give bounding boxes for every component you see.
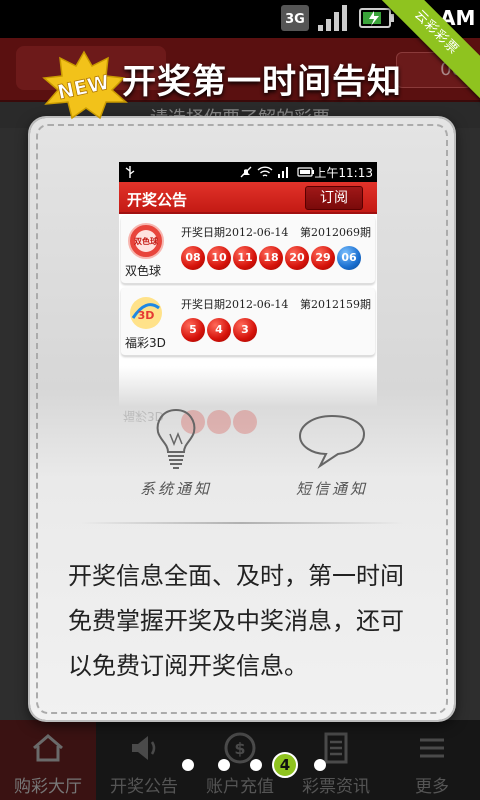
red-ball: 29	[311, 246, 335, 270]
svg-text:双色球: 双色球	[134, 236, 159, 246]
nav-lottery-hall[interactable]: 购彩大厅	[0, 720, 96, 800]
sms-notification: 短信通知	[262, 404, 402, 499]
preview-status-bar: 上午11:13	[119, 162, 377, 182]
red-ball: 11	[233, 246, 257, 270]
red-ball: 4	[207, 318, 231, 342]
speech-bubble-icon	[298, 414, 366, 469]
feature-description: 开奖信息全面、及时，第一时间免费掌握开奖及中奖消息，还可以免费订阅开奖信息。	[68, 562, 404, 680]
page-indicator: 4	[180, 752, 360, 778]
red-ball: 18	[259, 246, 283, 270]
ball-list: 5 4 3	[181, 318, 259, 342]
red-ball: 10	[207, 246, 231, 270]
wifi-icon	[257, 166, 273, 177]
nav-label: 更多	[415, 777, 449, 797]
page-dot[interactable]	[250, 759, 262, 771]
preview-title-bar: 开奖公告 订阅	[119, 182, 377, 214]
new-badge: NEW	[42, 50, 128, 120]
lottery-name: 双色球	[125, 264, 162, 278]
red-ball: 20	[285, 246, 309, 270]
feature-card: 上午11:13 开奖公告 订阅 双色球 双色球 开奖日期2012-06-14 第…	[30, 118, 454, 720]
speaker-icon	[132, 736, 156, 760]
ssq-logo-icon: 双色球	[128, 223, 164, 259]
svg-text:3D: 3D	[138, 309, 155, 322]
3d-logo-icon: 3D	[130, 297, 162, 329]
preview-signal-icon	[278, 167, 288, 178]
preview-battery-icon	[297, 167, 314, 177]
page-dot-active[interactable]: 4	[272, 752, 298, 778]
preview-clock: 上午11:13	[314, 166, 373, 180]
lottery-date: 开奖日期2012-06-14	[181, 226, 289, 239]
lightbulb-icon	[156, 408, 196, 469]
red-ball: 3	[233, 318, 257, 342]
red-ball: 5	[181, 318, 205, 342]
home-icon	[33, 734, 63, 762]
nav-more[interactable]: 更多	[384, 720, 480, 800]
red-ball: 08	[181, 246, 205, 270]
app-preview: 上午11:13 开奖公告 订阅 双色球 双色球 开奖日期2012-06-14 第…	[119, 162, 377, 406]
svg-text:3G: 3G	[285, 12, 305, 27]
nav-label: 购彩大厅	[14, 777, 82, 797]
mute-icon	[240, 166, 252, 178]
notification-label: 短信通知	[295, 480, 368, 498]
preview-title: 开奖公告	[127, 191, 188, 209]
lottery-date: 开奖日期2012-06-14	[181, 298, 289, 311]
lottery-row-ssq: 双色球 双色球 开奖日期2012-06-14 第2012069期 08 10 1…	[121, 216, 375, 284]
lottery-row-3d: 3D 福彩3D 开奖日期2012-06-14 第2012159期 5 4 3	[121, 288, 375, 356]
blue-ball: 06	[337, 246, 361, 270]
page-dot[interactable]	[182, 759, 194, 771]
page-dot[interactable]	[314, 759, 326, 771]
preview-subscribe-button: 订阅	[305, 186, 363, 210]
lottery-issue: 第2012159期	[300, 298, 371, 311]
divider	[80, 522, 404, 524]
nav-label: 开奖公告	[110, 777, 178, 797]
3g-icon: 3G	[281, 5, 309, 31]
preview-fade	[119, 366, 377, 406]
reflection-ball	[233, 410, 257, 434]
system-notification: 系统通知	[116, 404, 236, 499]
page-headline: 开奖第一时间告知	[122, 62, 402, 102]
usb-icon	[125, 166, 135, 178]
lottery-issue: 第2012069期	[300, 226, 371, 239]
nav-lottery-results[interactable]: 开奖公告	[96, 720, 192, 800]
notification-label: 系统通知	[139, 480, 212, 498]
page-dot[interactable]	[218, 759, 230, 771]
more-icon	[420, 738, 444, 758]
signal-icon	[318, 5, 347, 31]
ball-list: 08 10 11 18 20 29 06	[181, 246, 363, 270]
lottery-name: 福彩3D	[125, 336, 166, 350]
